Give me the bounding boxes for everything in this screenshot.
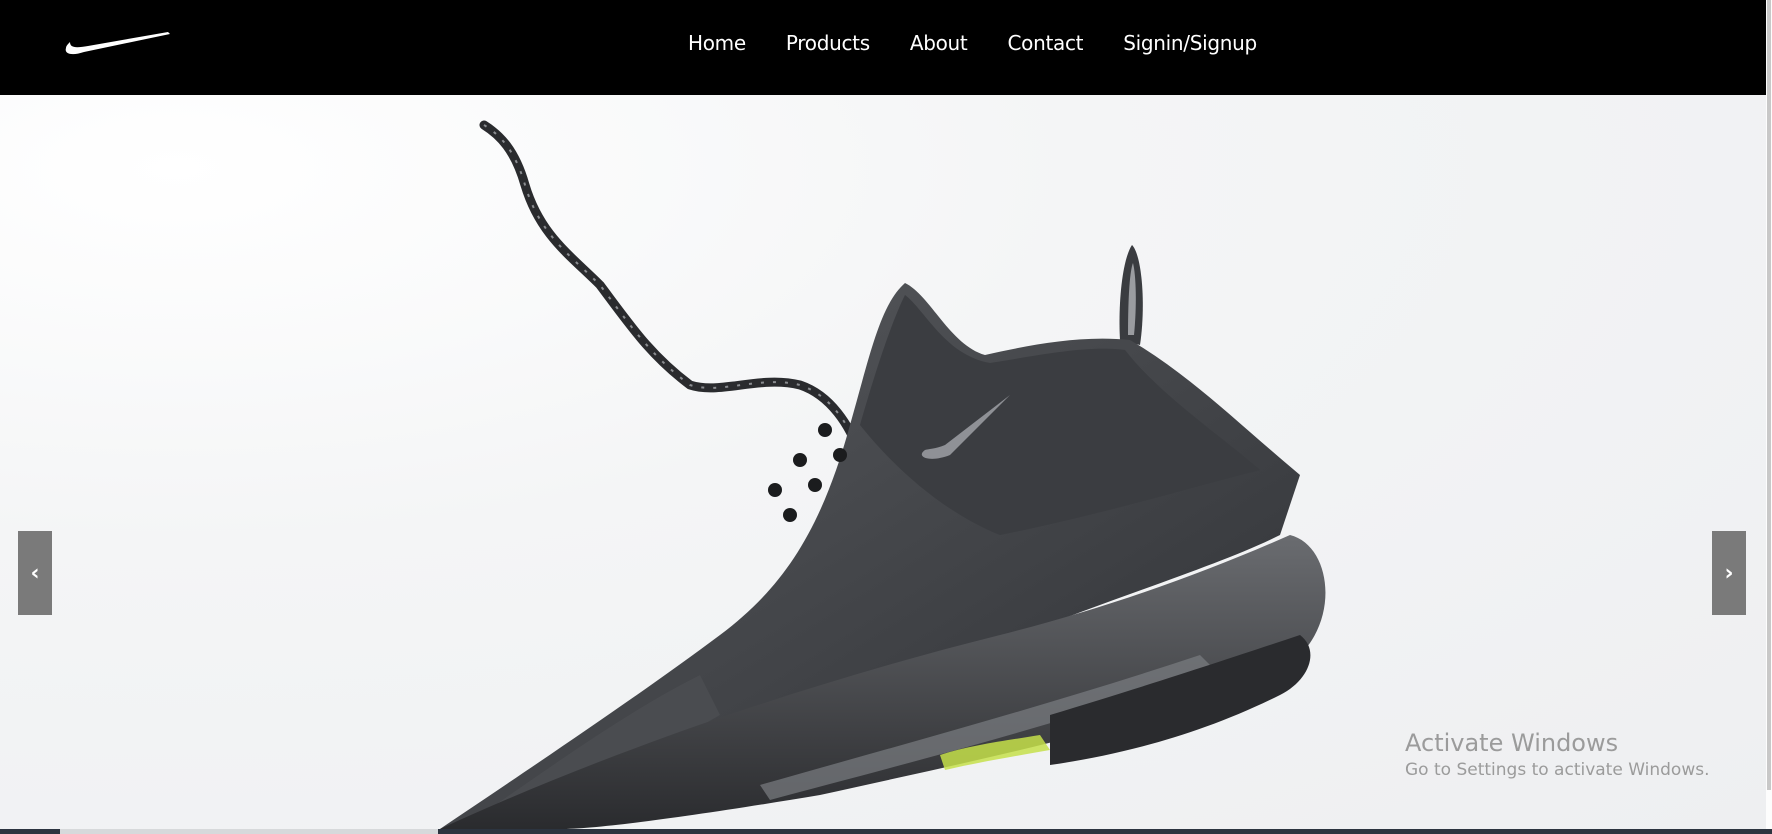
scrollbar-thumb[interactable] [1767, 0, 1771, 790]
chevron-left-icon: ‹ [30, 560, 40, 586]
activate-windows-watermark: Activate Windows Go to Settings to activ… [1405, 728, 1710, 782]
nav-about-link[interactable]: About [910, 27, 968, 59]
swoosh-logo[interactable] [64, 30, 172, 56]
watermark-subtitle: Go to Settings to activate Windows. [1405, 760, 1710, 780]
nav-contact-link[interactable]: Contact [1007, 27, 1083, 59]
carousel-prev-button[interactable]: ‹ [18, 531, 52, 615]
shoe-image [440, 120, 1326, 829]
bottom-strip-left [0, 829, 60, 834]
navbar: Home Products About Contact Signin/Signu… [0, 0, 1766, 95]
bottom-strip-right [438, 829, 1772, 834]
carousel-next-button[interactable]: › [1712, 531, 1746, 615]
scrollbar[interactable] [1766, 0, 1772, 834]
chevron-right-icon: › [1724, 560, 1734, 586]
nav-products-link[interactable]: Products [786, 27, 870, 59]
bottom-strip-gap [60, 829, 438, 834]
nav-home-link[interactable]: Home [688, 27, 746, 59]
watermark-title: Activate Windows [1405, 729, 1619, 757]
nav-signin-link[interactable]: Signin/Signup [1123, 27, 1257, 59]
hero-carousel [0, 95, 1766, 829]
nav-menu: Home Products About Contact Signin/Signu… [688, 27, 1257, 59]
